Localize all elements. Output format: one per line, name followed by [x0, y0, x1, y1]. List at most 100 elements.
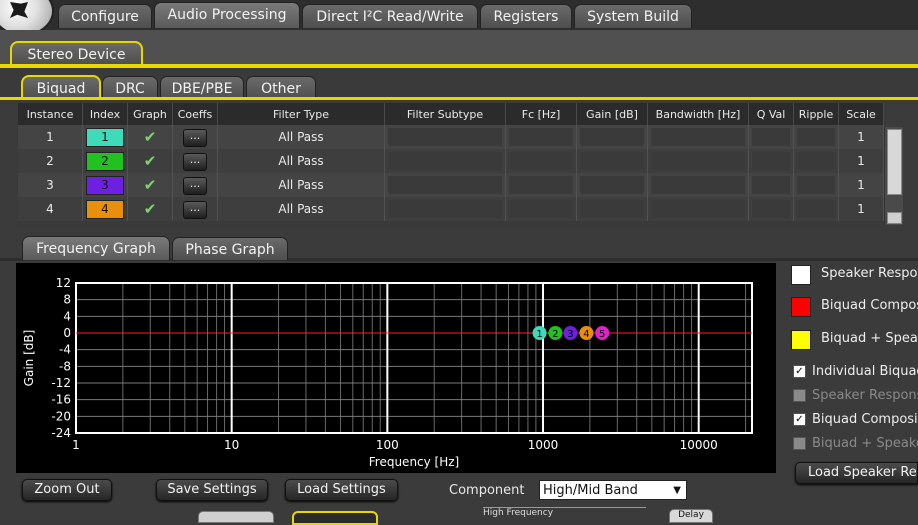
cell-instance: 3 [18, 173, 83, 197]
cell-graph[interactable]: ✔ [127, 125, 173, 149]
checkbox-individual-biquads[interactable]: ✓ [793, 365, 806, 378]
cell-qval[interactable] [748, 173, 794, 197]
cell-fc[interactable] [505, 173, 577, 197]
tab-configure[interactable]: Configure [58, 4, 152, 28]
delay-label: Delay [678, 510, 704, 520]
checkbox-biquad-composite[interactable]: ✓ [793, 413, 806, 426]
cell-scale[interactable]: 1 [838, 173, 884, 197]
cell-qval[interactable] [748, 125, 794, 149]
cell-gain[interactable] [576, 197, 648, 221]
delay-button[interactable]: Delay [669, 509, 713, 523]
graph-check-icon[interactable]: ✔ [144, 128, 157, 146]
cell-filter-subtype[interactable] [384, 197, 506, 221]
graph-check-icon[interactable]: ✔ [144, 200, 157, 218]
cell-index: 3 [82, 173, 128, 197]
coeffs-button[interactable]: ... [183, 128, 207, 147]
cell-filter-type[interactable]: All Pass [217, 173, 385, 197]
table-scrollbar[interactable] [884, 127, 903, 225]
save-settings-button[interactable]: Save Settings [156, 479, 268, 501]
component-select[interactable]: High/Mid Band ▼ [539, 480, 687, 500]
cell-gain[interactable] [576, 125, 648, 149]
col-filter-subtype: Filter Subtype [384, 103, 506, 125]
checkbox-biquad-speaker[interactable] [793, 437, 806, 450]
subtab-underline [0, 97, 918, 100]
cell-scale[interactable]: 1 [838, 149, 884, 173]
cell-fc[interactable] [505, 125, 577, 149]
scroll-down-arrow-icon[interactable] [887, 212, 902, 224]
cell-bandwidth[interactable] [647, 173, 749, 197]
coeffs-button[interactable]: ... [183, 176, 207, 195]
col-scale: Scale [838, 103, 884, 125]
tab-phase-graph[interactable]: Phase Graph [172, 237, 288, 260]
tab-direct-i2c[interactable]: Direct I²C Read/Write [302, 4, 478, 28]
x-tick-label: 1 [72, 438, 80, 452]
frequency-response-chart[interactable]: 12840-4-8-12-16-20-241 10 100 1000 100001 2 3 4… [16, 263, 776, 473]
x-tick-label: 10 [224, 438, 239, 452]
y-tick-label: -4 [59, 343, 71, 357]
legend-biquad-composite: Biquad Composite [821, 298, 918, 313]
coeffs-button[interactable]: ... [183, 152, 207, 171]
cell-bandwidth[interactable] [647, 125, 749, 149]
index-swatch: 3 [86, 175, 124, 195]
coeffs-button[interactable]: ... [183, 200, 207, 219]
partial-control-2[interactable] [292, 511, 378, 525]
cell-filter-subtype[interactable] [384, 149, 506, 173]
checkbox-speaker-response[interactable] [793, 389, 806, 402]
checkbox-label-speaker-response: Speaker Response [812, 388, 918, 403]
table-row[interactable]: 2 2 ✔... All Pass 1 [18, 149, 884, 173]
checkbox-label-individual-biquads: Individual Biquads [812, 364, 918, 379]
cell-gain[interactable] [576, 149, 648, 173]
col-qval: Q Val [748, 103, 794, 125]
tab-registers[interactable]: Registers [480, 4, 572, 28]
cell-filter-subtype[interactable] [384, 173, 506, 197]
cell-fc[interactable] [505, 197, 577, 221]
cell-filter-type[interactable]: All Pass [217, 125, 385, 149]
tab-stereo-device[interactable]: Stereo Device [10, 41, 143, 65]
load-speaker-response-button[interactable]: Load Speaker Response [795, 462, 918, 484]
cell-scale[interactable]: 1 [838, 125, 884, 149]
biquad-marker-label: 1 [536, 329, 542, 340]
cell-graph[interactable]: ✔ [127, 173, 173, 197]
cell-fc[interactable] [505, 149, 577, 173]
cell-ripple[interactable] [793, 197, 839, 221]
table-row[interactable]: 3 3 ✔... All Pass 1 [18, 173, 884, 197]
component-label: Component [449, 483, 525, 498]
y-tick-label: 4 [63, 309, 71, 323]
col-coeffs: Coeffs [172, 103, 218, 125]
load-settings-button[interactable]: Load Settings [285, 479, 398, 501]
cell-instance: 4 [18, 197, 83, 221]
tab-system-build[interactable]: System Build [574, 4, 692, 28]
tab-audio-processing[interactable]: Audio Processing [154, 2, 300, 28]
cell-scale[interactable]: 1 [838, 197, 884, 221]
cell-filter-subtype[interactable] [384, 125, 506, 149]
cell-bandwidth[interactable] [647, 197, 749, 221]
cell-ripple[interactable] [793, 125, 839, 149]
zoom-out-button[interactable]: Zoom Out [22, 479, 112, 501]
cell-graph[interactable]: ✔ [127, 197, 173, 221]
cell-ripple[interactable] [793, 173, 839, 197]
cell-graph[interactable]: ✔ [127, 149, 173, 173]
cell-qval[interactable] [748, 149, 794, 173]
cell-ripple[interactable] [793, 149, 839, 173]
tab-frequency-graph[interactable]: Frequency Graph [22, 236, 170, 260]
table-row[interactable]: 4 4 ✔... All Pass 1 [18, 197, 884, 221]
cell-filter-type[interactable]: All Pass [217, 197, 385, 221]
graph-check-icon[interactable]: ✔ [144, 176, 157, 194]
graph-check-icon[interactable]: ✔ [144, 152, 157, 170]
cell-bandwidth[interactable] [647, 149, 749, 173]
cell-gain[interactable] [576, 173, 648, 197]
col-gain: Gain [dB] [576, 103, 648, 125]
cell-coeffs: ... [172, 125, 218, 149]
cell-filter-type[interactable]: All Pass [217, 149, 385, 173]
frequency-graph[interactable]: 12 8 4 0 -4 -8 -12 -16 -20 -24 1 10 100 1000 10000 1 2 3 4… [16, 263, 776, 473]
table-row[interactable]: 1 1 ✔... All Pass 1 [18, 125, 884, 149]
tab-biquad[interactable]: Biquad [21, 75, 101, 99]
high-frequency-group: High Frequency [483, 507, 646, 522]
index-swatch: 4 [86, 199, 124, 219]
partial-control-1[interactable] [198, 511, 274, 523]
col-bandwidth: Bandwidth [Hz] [647, 103, 749, 125]
scrollbar-thumb[interactable] [887, 129, 902, 195]
cell-index: 4 [82, 197, 128, 221]
y-tick-label: -16 [51, 393, 71, 407]
cell-qval[interactable] [748, 197, 794, 221]
